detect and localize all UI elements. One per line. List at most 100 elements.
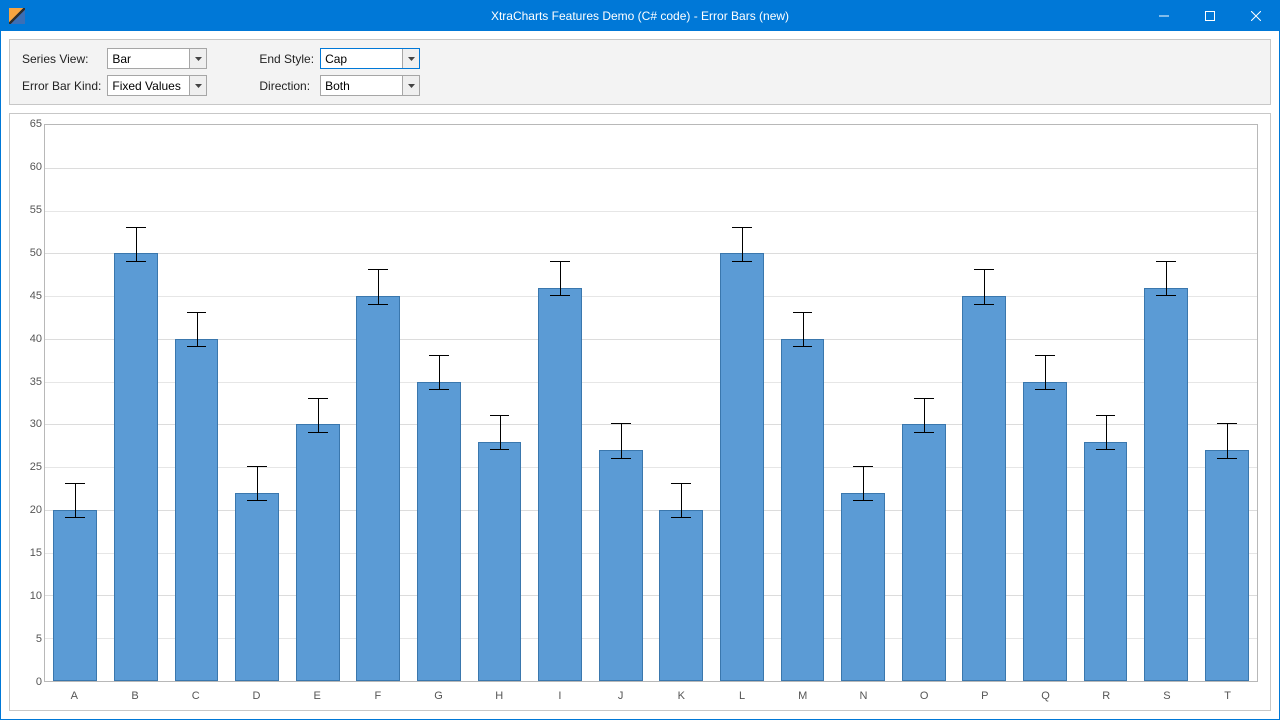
minimize-button[interactable] xyxy=(1141,1,1187,31)
chevron-down-icon[interactable] xyxy=(402,49,419,68)
chart-xtick: T xyxy=(1224,690,1231,702)
chart-ytick: 10 xyxy=(18,590,42,602)
direction-label: Direction: xyxy=(259,79,314,93)
chart-bar[interactable] xyxy=(659,510,703,681)
window-controls xyxy=(1141,1,1279,31)
chart-bar[interactable] xyxy=(175,339,219,681)
chart-error-cap xyxy=(126,261,146,262)
chart-ytick: 15 xyxy=(18,547,42,559)
chart-xtick: A xyxy=(71,690,78,702)
chart-error-cap xyxy=(550,295,570,296)
chart-error-bar xyxy=(1045,356,1046,390)
chart-ytick: 35 xyxy=(18,376,42,388)
chart-xtick: R xyxy=(1102,690,1110,702)
error-bar-kind-combo[interactable]: Fixed Values xyxy=(107,75,207,96)
chart-xtick: K xyxy=(678,690,685,702)
chart-gridline xyxy=(45,595,1257,596)
chart-bar[interactable] xyxy=(1205,450,1249,681)
error-bar-kind-label: Error Bar Kind: xyxy=(22,79,101,93)
chart-error-cap xyxy=(429,355,449,356)
end-style-value: Cap xyxy=(321,49,402,68)
chevron-down-icon[interactable] xyxy=(189,76,206,95)
chart-bar[interactable] xyxy=(1023,382,1067,681)
chart-bar[interactable] xyxy=(1084,442,1128,682)
chart-bar[interactable] xyxy=(296,424,340,681)
chart-error-bar xyxy=(1227,424,1228,458)
chart-bar[interactable] xyxy=(538,288,582,681)
chart-xtick: B xyxy=(131,690,138,702)
chart-bar[interactable] xyxy=(114,253,158,681)
chart-error-cap xyxy=(793,346,813,347)
chart-error-bar xyxy=(742,228,743,262)
chart-error-bar xyxy=(803,313,804,347)
chart-error-cap xyxy=(671,483,691,484)
chart-ytick: 45 xyxy=(18,290,42,302)
chart-error-cap xyxy=(247,500,267,501)
chart-panel: 05101520253035404550556065ABCDEFGHIJKLMN… xyxy=(9,113,1271,711)
chart-bar[interactable] xyxy=(1144,288,1188,681)
chart-inner: 05101520253035404550556065ABCDEFGHIJKLMN… xyxy=(16,120,1264,704)
end-style-combo[interactable]: Cap xyxy=(320,48,420,69)
chart-error-cap xyxy=(853,466,873,467)
chart-bar[interactable] xyxy=(781,339,825,681)
chart-error-cap xyxy=(732,227,752,228)
chart-gridline xyxy=(45,424,1257,425)
chart-error-cap xyxy=(368,269,388,270)
chart-error-cap xyxy=(1096,415,1116,416)
chart-error-bar xyxy=(984,270,985,304)
chart-gridline xyxy=(45,510,1257,511)
maximize-button[interactable] xyxy=(1187,1,1233,31)
chart-error-cap xyxy=(974,269,994,270)
app-icon xyxy=(9,8,25,24)
chart-bar[interactable] xyxy=(53,510,97,681)
titlebar: XtraCharts Features Demo (C# code) - Err… xyxy=(1,1,1279,31)
chart-plot-area[interactable] xyxy=(44,124,1258,682)
chart-bar[interactable] xyxy=(720,253,764,681)
chart-error-bar xyxy=(378,270,379,304)
chart-bar[interactable] xyxy=(417,382,461,681)
chevron-down-icon[interactable] xyxy=(189,49,206,68)
chart-bar[interactable] xyxy=(841,493,885,681)
chart-error-bar xyxy=(257,467,258,501)
chart-bar[interactable] xyxy=(478,442,522,682)
chart-gridline xyxy=(45,211,1257,212)
series-view-label: Series View: xyxy=(22,52,101,66)
chart-error-cap xyxy=(732,261,752,262)
chart-bar[interactable] xyxy=(962,296,1006,681)
chart-ytick: 20 xyxy=(18,504,42,516)
series-view-combo[interactable]: Bar xyxy=(107,48,207,69)
chart-gridline xyxy=(45,553,1257,554)
chart-xtick: M xyxy=(798,690,807,702)
chart-error-cap xyxy=(65,483,85,484)
chart-ytick: 5 xyxy=(18,633,42,645)
chart-error-cap xyxy=(1035,355,1055,356)
chart-bar[interactable] xyxy=(356,296,400,681)
series-view-value: Bar xyxy=(108,49,189,68)
chart-error-cap xyxy=(1035,389,1055,390)
direction-combo[interactable]: Both xyxy=(320,75,420,96)
close-button[interactable] xyxy=(1233,1,1279,31)
chart-bar[interactable] xyxy=(902,424,946,681)
chart-gridline xyxy=(45,467,1257,468)
chart-error-cap xyxy=(671,517,691,518)
chart-bar[interactable] xyxy=(235,493,279,681)
chart-ytick: 60 xyxy=(18,161,42,173)
chart-bar[interactable] xyxy=(599,450,643,681)
chart-error-bar xyxy=(136,228,137,262)
chart-ytick: 25 xyxy=(18,461,42,473)
chart-error-cap xyxy=(1217,458,1237,459)
chart-error-bar xyxy=(197,313,198,347)
direction-value: Both xyxy=(321,76,402,95)
chart-error-bar xyxy=(75,484,76,518)
chart-xtick: F xyxy=(374,690,381,702)
chart-xtick: D xyxy=(252,690,260,702)
chevron-down-icon[interactable] xyxy=(402,76,419,95)
chart-xtick: I xyxy=(558,690,561,702)
chart-error-cap xyxy=(490,415,510,416)
chart-error-bar xyxy=(1166,262,1167,296)
chart-xtick: O xyxy=(920,690,929,702)
chart-error-cap xyxy=(1217,423,1237,424)
chart-ytick: 0 xyxy=(18,676,42,688)
chart-error-bar xyxy=(863,467,864,501)
chart-error-cap xyxy=(247,466,267,467)
